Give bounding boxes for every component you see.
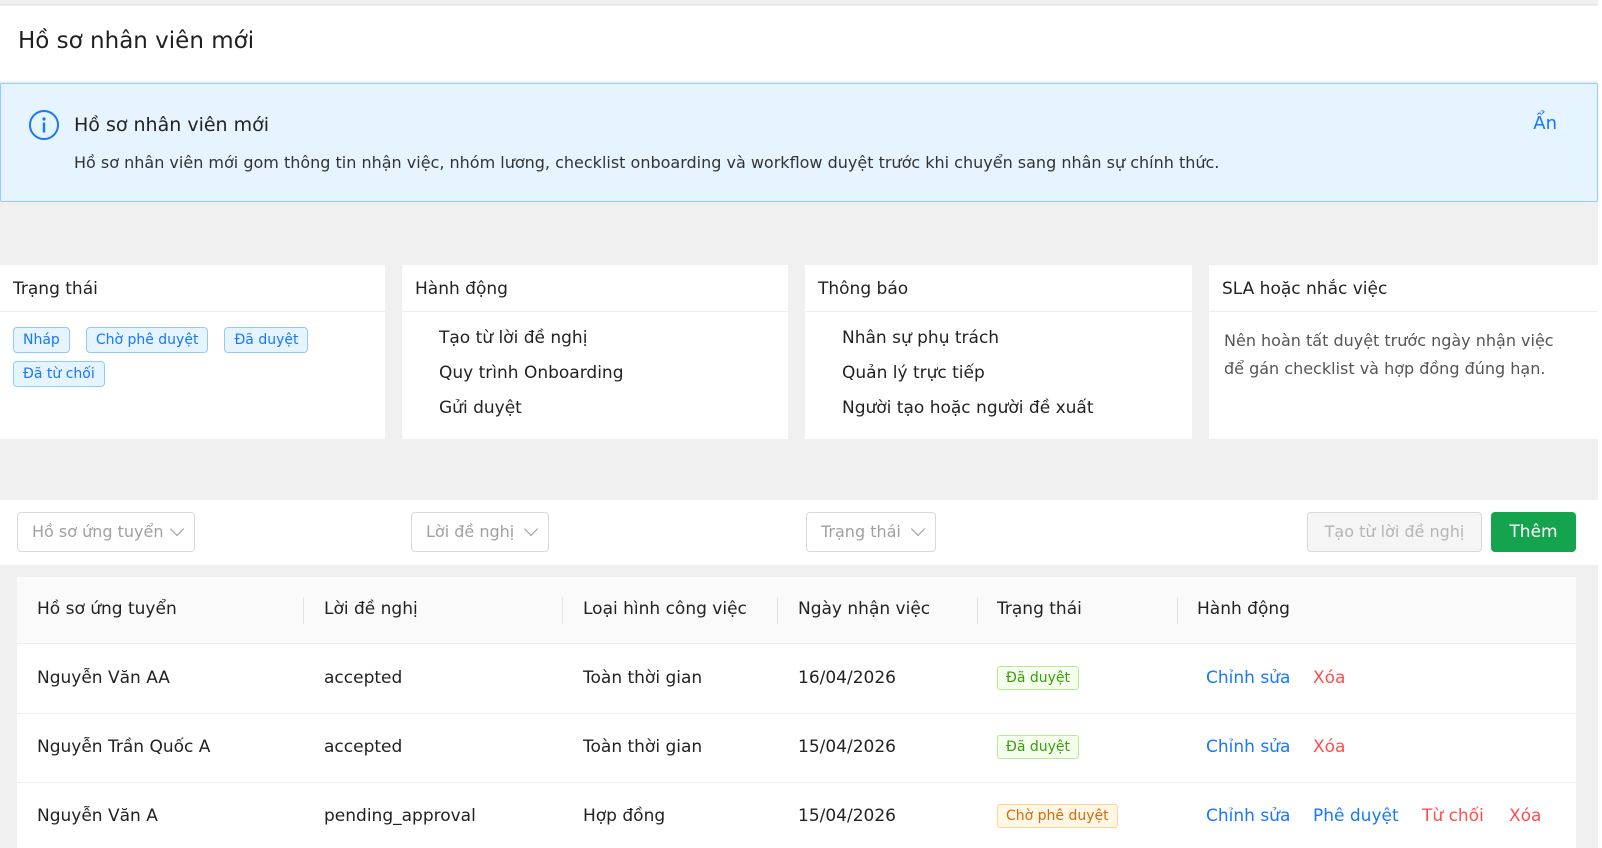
cell-date: 15/04/2026 (798, 806, 896, 826)
cell-type: Toàn thời gian (583, 737, 703, 757)
edit-link[interactable]: Chỉnh sửa (1206, 668, 1290, 688)
delete-link[interactable]: Xóa (1313, 668, 1345, 688)
candidate-select[interactable]: Hồ sơ ứng tuyển (17, 512, 195, 552)
alert-title: Hồ sơ nhân viên mới (74, 114, 270, 136)
cell-type: Hợp đồng (583, 806, 666, 826)
column-divider (1177, 597, 1178, 624)
status-card-title: Trạng thái (0, 265, 385, 312)
chevron-down-icon (523, 521, 539, 537)
status-badge: Đã duyệt (997, 666, 1080, 690)
table-header: Hồ sơ ứng tuyển Lời đề nghị Loại hình cô… (17, 577, 1576, 644)
column-header-actions: Hành động (1197, 599, 1290, 619)
chevron-down-icon (910, 521, 926, 537)
status-badge: Chờ phê duyệt (997, 804, 1118, 828)
status-tag-approved: Đã duyệt (224, 327, 309, 353)
actions-card-title: Hành động (402, 265, 788, 312)
status-tag-draft: Nháp (13, 327, 70, 353)
delete-link[interactable]: Xóa (1313, 737, 1345, 757)
actions-item: Quy trình Onboarding (439, 363, 624, 383)
notify-card: Thông báo Nhân sự phụ trách Quản lý trực… (805, 265, 1192, 439)
sla-text: Nên hoàn tất duyệt trước ngày nhận việc … (1224, 331, 1554, 378)
sla-card-title: SLA hoặc nhắc việc (1209, 265, 1598, 312)
cell-offer: accepted (324, 737, 403, 757)
column-header-status: Trạng thái (997, 599, 1082, 619)
actions-item: Gửi duyệt (439, 398, 522, 418)
cell-candidate: Nguyễn Văn A (37, 806, 158, 826)
status-badge: Đã duyệt (997, 735, 1080, 759)
cell-candidate: Nguyễn Văn AA (37, 668, 170, 688)
cell-candidate: Nguyễn Trần Quốc A (37, 737, 211, 757)
records-table: Hồ sơ ứng tuyển Lời đề nghị Loại hình cô… (17, 577, 1576, 848)
column-divider (977, 597, 978, 624)
notify-item: Người tạo hoặc người đề xuất (842, 398, 1094, 418)
chevron-down-icon (169, 521, 185, 537)
column-header-type: Loại hình công việc (583, 599, 747, 619)
table-row: Nguyễn Trần Quốc A accepted Toàn thời gi… (17, 714, 1576, 783)
table-row: Nguyễn Văn A pending_approval Hợp đồng 1… (17, 783, 1576, 848)
page-title: Hồ sơ nhân viên mới (18, 28, 255, 54)
top-border (0, 0, 1602, 5)
column-header-date: Ngày nhận việc (798, 599, 931, 619)
approve-link[interactable]: Phê duyệt (1313, 806, 1399, 826)
create-from-offer-button[interactable]: Tạo từ lời đề nghị (1307, 512, 1482, 552)
page-header: Hồ sơ nhân viên mới (0, 6, 1598, 81)
status-card: Trạng thái Nháp Chờ phê duyệt Đã duyệt Đ… (0, 265, 385, 439)
filter-bar: Hồ sơ ứng tuyển Lời đề nghị Trạng thái T… (0, 500, 1598, 565)
cell-date: 16/04/2026 (798, 668, 896, 688)
notify-item: Quản lý trực tiếp (842, 363, 985, 383)
edit-link[interactable]: Chỉnh sửa (1206, 737, 1290, 757)
delete-link[interactable]: Xóa (1509, 806, 1541, 826)
column-divider (777, 597, 778, 624)
alert-description: Hồ sơ nhân viên mới gom thông tin nhận v… (74, 153, 1220, 172)
info-alert: Hồ sơ nhân viên mới Hồ sơ nhân viên mới … (0, 83, 1598, 202)
column-divider (303, 597, 304, 624)
status-select[interactable]: Trạng thái (806, 512, 936, 552)
actions-card: Hành động Tạo từ lời đề nghị Quy trình O… (402, 265, 788, 439)
cell-offer: pending_approval (324, 806, 476, 826)
status-tag-pending: Chờ phê duyệt (85, 327, 209, 353)
status-tag-rejected: Đã từ chối (13, 361, 105, 387)
status-select-placeholder: Trạng thái (821, 522, 901, 541)
hide-alert-link[interactable]: Ẩn (1533, 113, 1557, 134)
info-icon (29, 110, 59, 140)
offer-select[interactable]: Lời đề nghị (411, 512, 549, 552)
table-row: Nguyễn Văn AA accepted Toàn thời gian 16… (17, 645, 1576, 714)
cell-type: Toàn thời gian (583, 668, 703, 688)
notify-item: Nhân sự phụ trách (842, 328, 1000, 348)
cell-date: 15/04/2026 (798, 737, 896, 757)
cell-offer: accepted (324, 668, 403, 688)
column-divider (562, 597, 563, 624)
column-header-candidate: Hồ sơ ứng tuyển (37, 599, 177, 619)
reject-link[interactable]: Từ chối (1422, 806, 1484, 826)
scrollbar-track[interactable] (1598, 0, 1602, 848)
edit-link[interactable]: Chỉnh sửa (1206, 806, 1290, 826)
candidate-select-placeholder: Hồ sơ ứng tuyển (32, 522, 164, 541)
actions-item: Tạo từ lời đề nghị (439, 328, 588, 348)
column-header-offer: Lời đề nghị (324, 599, 418, 619)
notify-card-title: Thông báo (805, 265, 1192, 312)
offer-select-placeholder: Lời đề nghị (426, 522, 515, 541)
sla-card: SLA hoặc nhắc việc Nên hoàn tất duyệt tr… (1209, 265, 1598, 439)
add-button[interactable]: Thêm (1491, 512, 1576, 552)
